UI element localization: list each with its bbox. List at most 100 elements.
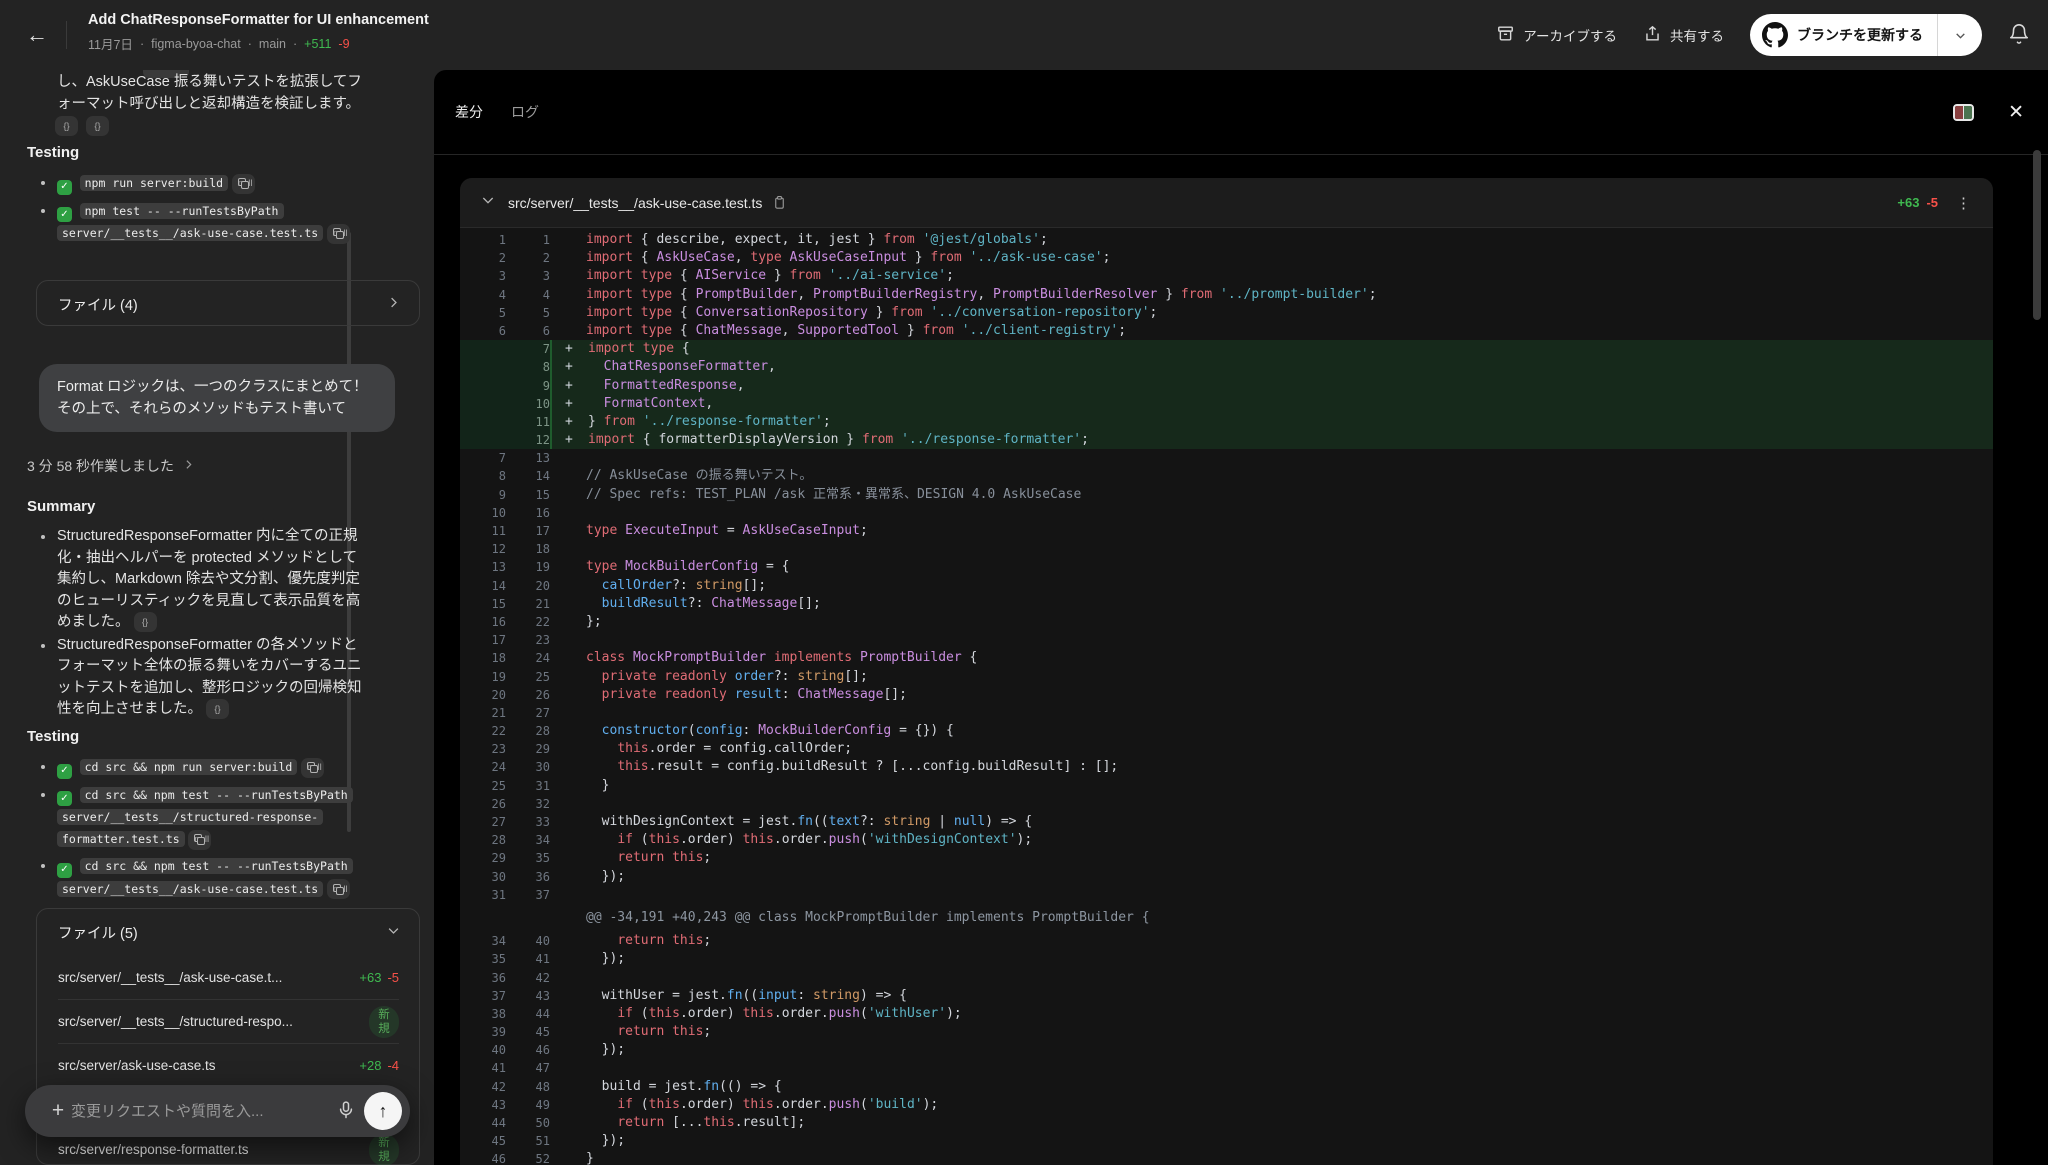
topbar-actions: アーカイブする 共有する ブランチを更新する <box>1496 0 2030 70</box>
message-input[interactable] <box>71 1103 336 1120</box>
diff-line-body: type MockBuilderConfig = { <box>550 558 1993 576</box>
command-chip: npm test -- --runTestsByPath server/__te… <box>57 203 323 242</box>
diff-gutter: 4248 <box>460 1078 550 1096</box>
diff-line-body: return [...this.result]; <box>550 1114 1993 1132</box>
copy-command-button[interactable]: null <box>301 758 324 778</box>
file-row[interactable]: src/server/__tests__/ask-use-case.t...+6… <box>58 955 399 999</box>
diff-line-body <box>550 1059 1993 1077</box>
code-reference-icon[interactable]: {} <box>134 612 157 632</box>
old-line-number: 16 <box>460 613 506 631</box>
new-line-number: 1 <box>506 231 550 249</box>
new-line-number: 18 <box>506 540 550 558</box>
old-line-number <box>460 395 506 413</box>
diff-panel-header: 差分 ログ ✕ <box>434 70 2048 154</box>
notifications-button[interactable] <box>2008 23 2030 48</box>
diff-gutter: 1218 <box>460 540 550 558</box>
code-reference-icon[interactable]: {} <box>206 699 229 719</box>
update-branch-button[interactable]: ブランチを更新する <box>1750 14 1982 56</box>
diff-line-body: constructor(config: MockBuilderConfig = … <box>550 722 1993 740</box>
bullet-dot <box>41 864 45 868</box>
meta-separator: · <box>293 37 297 51</box>
diff-marker <box>550 449 586 467</box>
diff-line-body: this.result = config.buildResult ? [...c… <box>550 758 1993 776</box>
new-line-number: 27 <box>506 704 550 722</box>
new-file-badge: 新規 <box>369 1006 399 1038</box>
diff-marker <box>550 813 586 831</box>
conversation-sidebar: し、AskUseCase 振る舞いテストを拡張してフォーマット呼び出しと返却構造… <box>0 70 434 1165</box>
diff-gutter: 3137 <box>460 886 550 904</box>
bullet-dot <box>41 181 45 185</box>
diff-line-body: + FormattedResponse, <box>550 377 1993 395</box>
close-icon: ✕ <box>2008 101 2024 124</box>
diff-gutter: 3642 <box>460 969 550 987</box>
new-line-number: 5 <box>506 304 550 322</box>
files-collapsed-toggle[interactable]: ファイル (4) <box>37 281 419 327</box>
file-row[interactable]: src/server/__tests__/structured-respo...… <box>58 999 399 1043</box>
diff-marker <box>550 1132 586 1150</box>
chevron-down-icon[interactable] <box>1938 29 1982 42</box>
files-expanded-toggle[interactable]: ファイル (5) <box>37 909 419 955</box>
diff-gutter: 3541 <box>460 950 550 968</box>
new-line-number: 45 <box>506 1023 550 1041</box>
diff-line: 1925 private readonly order?: string[]; <box>460 668 1993 686</box>
copy-path-button[interactable] <box>772 195 787 210</box>
diff-line-code: build = jest.fn(() => { <box>586 1078 782 1096</box>
diff-line: 1521 buildResult?: ChatMessage[]; <box>460 595 1993 613</box>
archive-button[interactable]: アーカイブする <box>1496 24 1617 46</box>
file-row[interactable]: src/server/ask-use-case.ts+28-4 <box>58 1043 399 1087</box>
diff-line-body: import type { ChatMessage, SupportedTool… <box>550 322 1993 340</box>
chevron-right-icon <box>386 295 401 314</box>
collapse-chevron-icon[interactable] <box>480 192 496 213</box>
copy-command-button[interactable]: null <box>232 174 255 194</box>
split-diff-toggle[interactable] <box>1953 104 1974 121</box>
old-line-number: 31 <box>460 886 506 904</box>
diff-line-body: }); <box>550 1132 1993 1150</box>
diff-line-code: }); <box>586 1041 625 1059</box>
attach-button[interactable]: + <box>45 1099 71 1123</box>
files-collapsed-card: ファイル (4) <box>36 280 420 326</box>
diff-stats: +63 -5 <box>1897 195 1938 210</box>
copy-command-button[interactable]: null <box>188 830 211 850</box>
diff-line-code: if (this.order) this.order.push('withUse… <box>586 1005 962 1023</box>
old-line-number <box>460 377 506 395</box>
diff-panel: 差分ログ ✕ src/server/__tests__/ask-use-case… <box>434 70 2048 1165</box>
diff-line: 1824class MockPromptBuilder implements P… <box>460 649 1993 667</box>
file-name: src/server/ask-use-case.ts <box>58 1058 359 1073</box>
diff-marker <box>550 704 586 722</box>
old-line-number: 28 <box>460 831 506 849</box>
diff-line-body <box>550 540 1993 558</box>
diff-marker <box>550 267 586 285</box>
old-line-number: 36 <box>460 969 506 987</box>
copy-command-button[interactable]: null <box>327 224 350 244</box>
diff-marker <box>550 886 586 904</box>
new-line-number: 34 <box>506 831 550 849</box>
copy-command-button[interactable]: null <box>327 879 350 899</box>
tab-差分[interactable]: 差分 <box>455 102 483 122</box>
new-line-number: 13 <box>506 449 550 467</box>
old-line-number: 45 <box>460 1132 506 1150</box>
diff-line-code: }; <box>586 613 602 631</box>
send-button[interactable]: ↑ <box>364 1092 402 1130</box>
share-button[interactable]: 共有する <box>1643 24 1724 46</box>
new-line-number: 50 <box>506 1114 550 1132</box>
kebab-menu-button[interactable]: ⋮ <box>1956 194 1971 212</box>
diff-gutter: 11 <box>460 413 550 431</box>
tab-ログ[interactable]: ログ <box>511 102 539 122</box>
close-panel-button[interactable]: ✕ <box>2008 101 2024 124</box>
bullet-dot <box>41 535 45 539</box>
back-button[interactable]: ← <box>22 20 52 50</box>
diff-line-code: }); <box>586 1132 625 1150</box>
code-reference-icon[interactable]: {} <box>55 116 78 136</box>
diff-marker <box>550 631 586 649</box>
code-reference-icon[interactable]: {} <box>86 116 109 136</box>
diff-marker <box>550 322 586 340</box>
diff-line-code: import { AskUseCase, type AskUseCaseInpu… <box>586 249 1110 267</box>
main-scrollbar[interactable] <box>2033 150 2041 320</box>
testing-item: ✓ cd src && npm run server:build null <box>40 756 359 779</box>
work-duration-toggle[interactable]: 3 分 58 秒作業しました <box>27 456 195 476</box>
diff-gutter: 2935 <box>460 849 550 867</box>
diff-line-body: if (this.order) this.order.push('build')… <box>550 1096 1993 1114</box>
diff-gutter: 4046 <box>460 1041 550 1059</box>
diff-gutter: 55 <box>460 304 550 322</box>
mic-button[interactable] <box>336 1100 356 1123</box>
